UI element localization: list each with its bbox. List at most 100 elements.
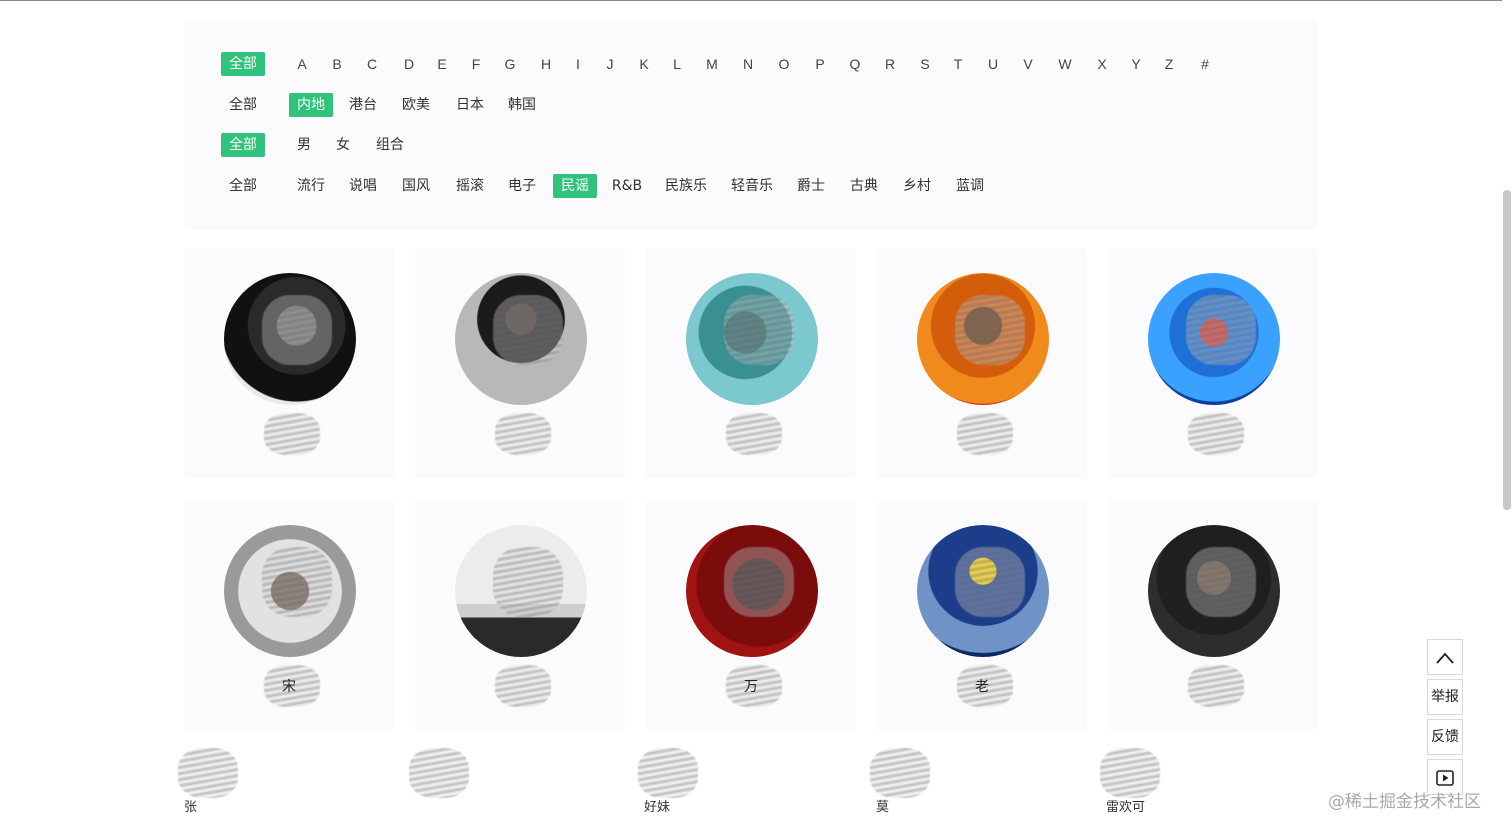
filter-letter-10[interactable]: J (599, 52, 622, 76)
filter-genre-3[interactable]: 国风 (394, 174, 438, 198)
singer-card[interactable] (646, 248, 856, 478)
singer-name[interactable]: 宋 (184, 676, 394, 696)
filter-genre-5[interactable]: 电子 (500, 174, 544, 198)
filter-letter-24[interactable]: X (1089, 52, 1114, 76)
singer-avatar[interactable] (917, 273, 1049, 405)
filter-letter-25[interactable]: Y (1123, 52, 1148, 76)
top-border (0, 0, 1512, 1)
privacy-blur (724, 295, 794, 365)
privacy-blur (1186, 295, 1256, 365)
filter-letter-2[interactable]: B (324, 52, 349, 76)
filter-gender-0[interactable]: 全部 (221, 133, 265, 157)
singer-card[interactable] (415, 500, 625, 730)
privacy-blur (638, 748, 698, 798)
singer-avatar[interactable] (1148, 273, 1280, 405)
filter-letter-4[interactable]: D (396, 52, 422, 76)
filter-letter-12[interactable]: L (665, 52, 689, 76)
filter-letter-22[interactable]: V (1015, 52, 1040, 76)
filter-area-4[interactable]: 日本 (448, 93, 492, 117)
play-box-icon (1436, 770, 1454, 786)
singer-card[interactable] (415, 248, 625, 478)
filter-genre-9[interactable]: 轻音乐 (723, 174, 781, 198)
watermark: @稀土掘金技术社区 (1328, 792, 1481, 812)
filter-letter-15[interactable]: O (771, 52, 798, 76)
privacy-blur (493, 547, 563, 617)
filter-letter-6[interactable]: F (464, 52, 489, 76)
filter-letter-8[interactable]: H (533, 52, 559, 76)
filter-area-5[interactable]: 韩国 (500, 93, 544, 117)
filter-letter-11[interactable]: K (631, 52, 656, 76)
filter-letter-0[interactable]: 全部 (221, 52, 265, 76)
singer-card[interactable] (1108, 248, 1318, 478)
privacy-blur (178, 748, 238, 798)
filter-letter-1[interactable]: A (289, 52, 314, 76)
filter-gender-3[interactable]: 组合 (368, 133, 412, 157)
privacy-blur (1186, 547, 1256, 617)
filter-genre-2[interactable]: 说唱 (341, 174, 385, 198)
filter-gender-2[interactable]: 女 (328, 133, 358, 157)
filter-letter-23[interactable]: W (1050, 52, 1079, 76)
filter-letter-14[interactable]: N (735, 52, 761, 76)
filter-genre-6[interactable]: 民谣 (553, 174, 597, 198)
filter-letter-5[interactable]: E (429, 52, 454, 76)
privacy-blur (495, 665, 551, 707)
singer-name[interactable]: 莫 (876, 796, 889, 815)
singer-avatar[interactable] (224, 273, 356, 405)
privacy-blur (955, 295, 1025, 365)
scrollbar-thumb[interactable] (1503, 190, 1511, 510)
singer-card[interactable] (184, 248, 394, 478)
filter-genre-13[interactable]: 蓝调 (948, 174, 992, 198)
filter-genre-4[interactable]: 摇滚 (448, 174, 492, 198)
filter-letter-18[interactable]: R (877, 52, 903, 76)
filter-letter-16[interactable]: P (807, 52, 832, 76)
singer-avatar[interactable] (917, 525, 1049, 657)
filter-letter-13[interactable]: M (698, 52, 726, 76)
filter-genre-10[interactable]: 爵士 (789, 174, 833, 198)
singer-avatar[interactable] (455, 273, 587, 405)
singer-name[interactable]: 雷欢可 (1106, 796, 1145, 815)
singer-avatar[interactable] (224, 525, 356, 657)
privacy-blur (955, 547, 1025, 617)
filter-letter-19[interactable]: S (912, 52, 937, 76)
filter-letter-7[interactable]: G (497, 52, 524, 76)
singer-card[interactable] (1108, 500, 1318, 730)
privacy-blur (262, 295, 332, 365)
singer-avatar[interactable] (686, 525, 818, 657)
filter-letter-21[interactable]: U (980, 52, 1006, 76)
singer-card[interactable] (877, 248, 1087, 478)
feedback-button[interactable]: 反馈 (1427, 719, 1463, 755)
filter-genre-1[interactable]: 流行 (289, 174, 333, 198)
filter-letter-3[interactable]: C (359, 52, 385, 76)
privacy-blur (870, 748, 930, 798)
filter-letter-26[interactable]: Z (1157, 52, 1182, 76)
singer-card[interactable]: 老 (877, 500, 1087, 730)
singer-avatar[interactable] (1148, 525, 1280, 657)
back-to-top-button[interactable] (1427, 639, 1463, 675)
singer-name[interactable]: 老 (877, 676, 1087, 696)
singer-name[interactable]: 好妹 (644, 796, 670, 815)
privacy-blur (724, 547, 794, 617)
singer-avatar[interactable] (686, 273, 818, 405)
filter-genre-12[interactable]: 乡村 (895, 174, 939, 198)
filter-genre-7[interactable]: R&B (604, 174, 650, 198)
filter-genre-11[interactable]: 古典 (842, 174, 886, 198)
filter-letter-27[interactable]: # (1193, 52, 1217, 76)
filter-area-2[interactable]: 港台 (341, 93, 385, 117)
filter-area-3[interactable]: 欧美 (394, 93, 438, 117)
filter-genre-0[interactable]: 全部 (221, 174, 265, 198)
filter-letter-20[interactable]: T (946, 52, 971, 76)
filter-gender-1[interactable]: 男 (289, 133, 319, 157)
singer-avatar[interactable] (455, 525, 587, 657)
filter-letter-17[interactable]: Q (842, 52, 869, 76)
filter-letter-9[interactable]: I (568, 52, 588, 76)
singer-card[interactable]: 万 (646, 500, 856, 730)
privacy-blur (493, 295, 563, 365)
filter-area-1[interactable]: 内地 (289, 93, 333, 117)
singer-name[interactable]: 张 (184, 796, 197, 815)
filter-genre-8[interactable]: 民族乐 (657, 174, 715, 198)
singer-card[interactable]: 宋 (184, 500, 394, 730)
singer-name[interactable]: 万 (646, 676, 856, 696)
privacy-blur (264, 413, 320, 455)
filter-area-0[interactable]: 全部 (221, 93, 265, 117)
report-button[interactable]: 举报 (1427, 679, 1463, 715)
